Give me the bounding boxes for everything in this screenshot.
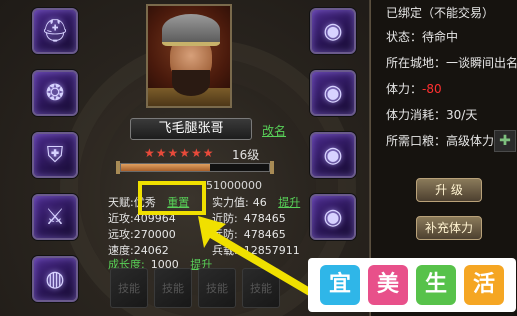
exp-overlay-value: 51000000 bbox=[206, 179, 262, 192]
general-name: 飞毛腿张哥 bbox=[130, 118, 252, 140]
necklace-icon: ❂ bbox=[45, 80, 65, 106]
food-item-icon[interactable]: ✚ bbox=[494, 130, 516, 152]
melee-atk-label: 近攻: bbox=[108, 212, 134, 225]
portrait-beard bbox=[172, 70, 210, 96]
watermark-char-1: 宜 bbox=[320, 265, 360, 305]
armor-icon: ⛨ bbox=[46, 142, 64, 168]
equip-slot-ring-3[interactable]: ◉ bbox=[310, 132, 356, 178]
equip-slot-ring-2[interactable]: ◉ bbox=[310, 70, 356, 116]
watermark-char-3: 生 bbox=[416, 265, 456, 305]
helmet-icon: ⛑ bbox=[41, 18, 69, 44]
power-up-link[interactable]: 提升 bbox=[278, 196, 300, 209]
skill-slot-1[interactable]: 技能 bbox=[110, 268, 148, 308]
power-value: 46 bbox=[252, 196, 267, 209]
highlight-box bbox=[138, 181, 206, 215]
equip-slot-armor[interactable]: ⛨ bbox=[32, 132, 78, 178]
city-value: 一谈瞬间出名 bbox=[446, 56, 517, 70]
refill-stamina-button[interactable]: 补充体力 bbox=[416, 216, 482, 240]
stamina-consume: 体力消耗：30/天 bbox=[386, 108, 478, 122]
ranged-atk-label: 远攻: bbox=[108, 228, 134, 241]
ring-icon: ◉ bbox=[323, 80, 343, 106]
equip-slot-ring-1[interactable]: ◉ bbox=[310, 8, 356, 54]
bound-status: 已绑定（不能交易） bbox=[386, 6, 495, 20]
portrait-helmet bbox=[162, 14, 220, 46]
weapon-icon: ⚔ bbox=[45, 204, 65, 230]
skill-slot-2[interactable]: 技能 bbox=[154, 268, 192, 308]
ranged-atk-value: 270000 bbox=[133, 228, 176, 241]
talent-label: 天赋: bbox=[108, 196, 134, 209]
equip-slot-belt[interactable]: ◍ bbox=[32, 256, 78, 302]
ring-icon: ◉ bbox=[323, 142, 343, 168]
city-label: 所在城地： bbox=[386, 56, 447, 70]
equip-slot-weapon[interactable]: ⚔ bbox=[32, 194, 78, 240]
ring-icon: ◉ bbox=[323, 18, 343, 44]
watermark-logo: 宜 美 生 活 bbox=[308, 258, 516, 312]
watermark-char-4: 活 bbox=[464, 265, 504, 305]
status-line: 状态：待命中 bbox=[386, 30, 459, 44]
food-label: 所需口粮： bbox=[386, 134, 447, 148]
equip-slot-necklace[interactable]: ❂ bbox=[32, 70, 78, 116]
stamina-label: 体力： bbox=[386, 82, 423, 96]
equip-slot-helmet[interactable]: ⛑ bbox=[32, 8, 78, 54]
general-portrait bbox=[146, 4, 232, 108]
exp-bar-fill bbox=[121, 164, 210, 171]
watermark-char-2: 美 bbox=[368, 265, 408, 305]
exp-bar bbox=[120, 163, 270, 172]
rename-link[interactable]: 改名 bbox=[262, 122, 286, 139]
star-rating: ★★★★★★ bbox=[144, 146, 215, 160]
belt-icon: ◍ bbox=[45, 266, 65, 292]
stamina-value: -80 bbox=[422, 82, 442, 96]
upgrade-button[interactable]: 升 级 bbox=[416, 178, 482, 202]
power-label: 实力值: bbox=[212, 196, 249, 209]
